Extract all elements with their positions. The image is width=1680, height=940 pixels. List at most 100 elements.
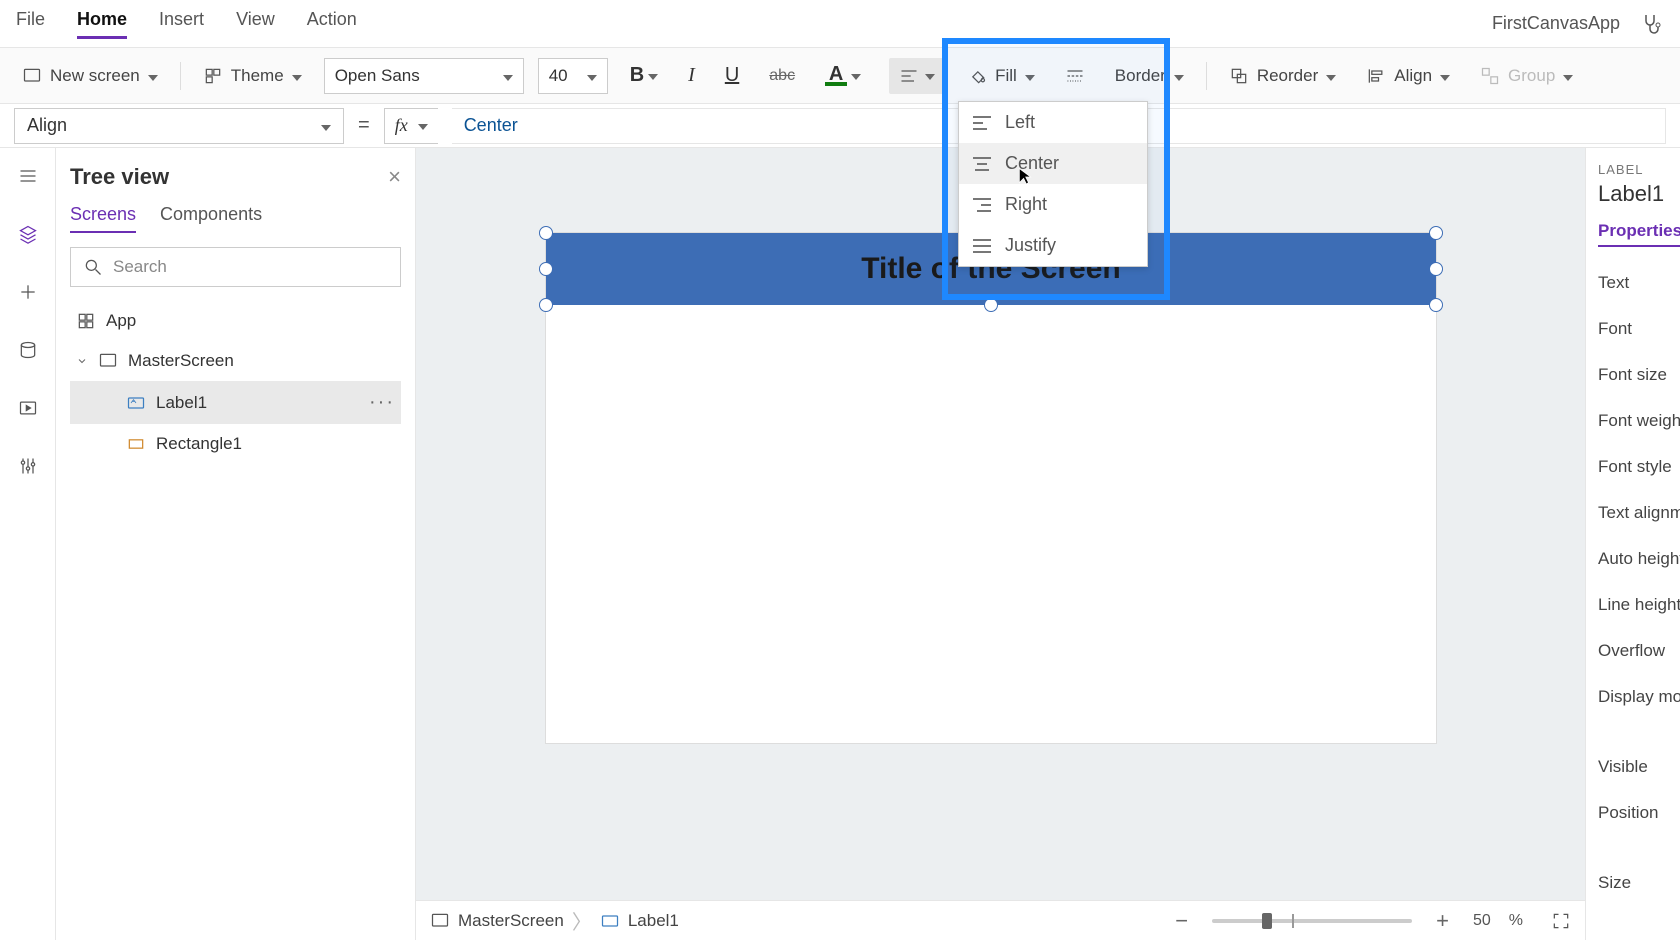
screen-icon bbox=[430, 911, 450, 931]
mouse-cursor bbox=[1018, 167, 1032, 187]
tree-title: Tree view bbox=[70, 164, 169, 190]
prop-row[interactable]: Font style bbox=[1598, 457, 1672, 477]
zoom-out-button[interactable]: − bbox=[1169, 908, 1194, 934]
prop-row[interactable]: Auto height bbox=[1598, 549, 1672, 569]
tree-search-input[interactable]: Search bbox=[70, 247, 401, 287]
italic-button[interactable]: I bbox=[680, 58, 703, 93]
resize-handle[interactable] bbox=[1429, 226, 1443, 240]
reorder-icon bbox=[1229, 66, 1249, 86]
tab-properties[interactable]: Properties bbox=[1598, 221, 1680, 247]
resize-handle[interactable] bbox=[539, 262, 553, 276]
prop-row[interactable]: Text alignm bbox=[1598, 503, 1672, 523]
align-center-option[interactable]: Center bbox=[959, 143, 1147, 184]
align-justify-option[interactable]: Justify bbox=[959, 225, 1147, 266]
zoom-slider[interactable] bbox=[1212, 919, 1412, 923]
fill-button[interactable]: Fill bbox=[959, 60, 1043, 92]
tree-item-app[interactable]: App bbox=[70, 301, 401, 341]
screen-icon bbox=[98, 351, 118, 371]
close-tree-button[interactable]: × bbox=[388, 164, 401, 190]
fx-button[interactable]: fx bbox=[384, 108, 438, 144]
app-name[interactable]: FirstCanvasApp bbox=[1492, 13, 1620, 34]
prop-row[interactable]: Font bbox=[1598, 319, 1672, 339]
border-style-button[interactable] bbox=[1057, 60, 1093, 92]
resize-handle[interactable] bbox=[539, 298, 553, 312]
fit-screen-icon[interactable] bbox=[1551, 911, 1571, 931]
resize-handle[interactable] bbox=[539, 226, 553, 240]
underline-button[interactable]: U bbox=[717, 58, 747, 93]
rail-data[interactable] bbox=[14, 336, 42, 364]
menu-action[interactable]: Action bbox=[307, 9, 357, 39]
prop-row[interactable]: Line height bbox=[1598, 595, 1672, 615]
rail-advanced[interactable] bbox=[14, 452, 42, 480]
text-align-button[interactable] bbox=[889, 58, 945, 94]
strike-button[interactable]: abc bbox=[761, 61, 803, 91]
ribbon-toolbar: New screen Theme Open Sans 40 B I U abc … bbox=[0, 48, 1680, 104]
prop-row[interactable]: Display mo bbox=[1598, 687, 1672, 707]
more-options-button[interactable]: ··· bbox=[369, 391, 395, 414]
bold-icon: B bbox=[630, 64, 644, 87]
rail-tree-view[interactable] bbox=[14, 220, 42, 248]
tab-components[interactable]: Components bbox=[160, 204, 262, 233]
prop-row[interactable]: Overflow bbox=[1598, 641, 1672, 661]
tree-item-masterscreen[interactable]: MasterScreen bbox=[70, 341, 401, 381]
border-lines-icon bbox=[1065, 66, 1085, 86]
prop-row[interactable]: Position bbox=[1598, 803, 1672, 823]
chevron-right-icon: 〉 bbox=[572, 906, 592, 935]
stethoscope-icon[interactable] bbox=[1640, 12, 1664, 36]
align-right-option[interactable]: Right bbox=[959, 184, 1147, 225]
dd-label: Center bbox=[1005, 153, 1059, 174]
equals-sign: = bbox=[358, 114, 370, 137]
align-justify-icon bbox=[973, 239, 991, 253]
canvas-stage[interactable]: Title of the Screen bbox=[546, 233, 1436, 743]
rail-hamburger[interactable] bbox=[14, 162, 42, 190]
tools-icon bbox=[18, 456, 38, 476]
rail-insert[interactable] bbox=[14, 278, 42, 306]
chevron-down-icon bbox=[648, 67, 658, 85]
prop-row[interactable]: Visible bbox=[1598, 757, 1672, 777]
chevron-down-icon bbox=[1326, 66, 1336, 86]
fx-icon: fx bbox=[395, 115, 408, 136]
underline-icon: U bbox=[725, 64, 739, 87]
border-button[interactable]: Border bbox=[1107, 60, 1192, 92]
chevron-down-icon bbox=[148, 66, 158, 86]
prop-row[interactable]: Size bbox=[1598, 873, 1672, 893]
theme-label: Theme bbox=[231, 66, 284, 86]
menu-insert[interactable]: Insert bbox=[159, 9, 204, 39]
reorder-button[interactable]: Reorder bbox=[1221, 60, 1344, 92]
resize-handle[interactable] bbox=[984, 298, 998, 312]
database-icon bbox=[18, 340, 38, 360]
resize-handle[interactable] bbox=[1429, 262, 1443, 276]
theme-icon bbox=[203, 66, 223, 86]
resize-handle[interactable] bbox=[1429, 298, 1443, 312]
zoom-in-button[interactable]: + bbox=[1430, 908, 1455, 934]
tree-tabs: Screens Components bbox=[70, 204, 401, 233]
property-select[interactable]: Align bbox=[14, 108, 344, 144]
properties-panel: LABEL Label1 Properties Text Font Font s… bbox=[1585, 148, 1680, 940]
breadcrumb[interactable]: MasterScreen 〉 Label1 bbox=[430, 906, 679, 935]
font-select[interactable]: Open Sans bbox=[324, 58, 524, 94]
chevron-down-icon bbox=[851, 67, 861, 85]
align-objects-button[interactable]: Align bbox=[1358, 60, 1458, 92]
layers-icon bbox=[18, 224, 38, 244]
bold-button[interactable]: B bbox=[622, 58, 666, 93]
menu-file[interactable]: File bbox=[16, 9, 45, 39]
font-color-button[interactable]: A bbox=[817, 60, 869, 92]
menu-items: File Home Insert View Action bbox=[16, 9, 357, 39]
search-placeholder: Search bbox=[113, 257, 167, 277]
menu-view[interactable]: View bbox=[236, 9, 275, 39]
menu-home[interactable]: Home bbox=[77, 9, 127, 39]
tab-screens[interactable]: Screens bbox=[70, 204, 136, 233]
prop-row[interactable]: Font size bbox=[1598, 365, 1672, 385]
rail-media[interactable] bbox=[14, 394, 42, 422]
new-screen-button[interactable]: New screen bbox=[14, 60, 166, 92]
chevron-down-icon bbox=[1440, 66, 1450, 86]
tree-item-label1[interactable]: Label1 ··· bbox=[70, 381, 401, 424]
prop-row[interactable]: Font weight bbox=[1598, 411, 1672, 431]
chevron-down-icon bbox=[418, 117, 428, 135]
tree-item-rectangle1[interactable]: Rectangle1 bbox=[70, 424, 401, 464]
font-size-select[interactable]: 40 bbox=[538, 58, 608, 94]
align-left-option[interactable]: Left bbox=[959, 102, 1147, 143]
chevron-down-icon bbox=[503, 66, 513, 86]
prop-row[interactable]: Text bbox=[1598, 273, 1672, 293]
theme-button[interactable]: Theme bbox=[195, 60, 310, 92]
